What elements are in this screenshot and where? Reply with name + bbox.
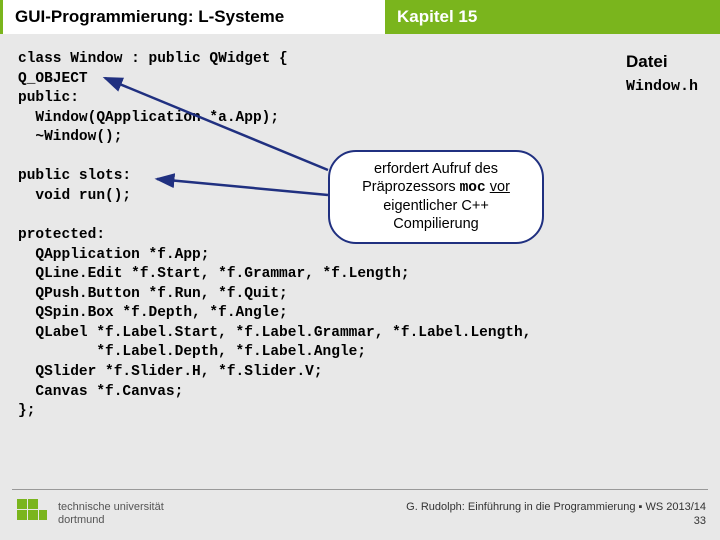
callout-text: Compilierung: [393, 216, 478, 232]
university-name: technische universität dortmund: [58, 501, 164, 526]
slide-header: GUI-Programmierung: L-Systeme Kapitel 15: [0, 0, 720, 34]
file-label: Datei: [626, 52, 698, 72]
slide-credit: G. Rudolph: Einführung in die Programmie…: [406, 500, 706, 529]
code-line: protected:: [18, 227, 105, 243]
file-name: Window.h: [626, 78, 698, 95]
code-line: class Window : public QWidget {: [18, 51, 288, 67]
code-line: Window(QApplication *a.App);: [18, 110, 279, 126]
uni-line2: dortmund: [58, 514, 104, 526]
code-line: void run();: [18, 188, 131, 204]
code-line: Canvas *f.Canvas;: [18, 384, 183, 400]
callout-vor: vor: [490, 179, 510, 195]
credit-text: G. Rudolph: Einführung in die Programmie…: [406, 501, 706, 513]
code-line: QSlider *f.Slider.H, *f.Slider.V;: [18, 364, 323, 380]
callout-box: erfordert Aufruf des Präprozessors moc v…: [328, 150, 544, 244]
code-line: Q_OBJECT: [18, 71, 88, 87]
code-line: public:: [18, 90, 79, 106]
code-line: *f.Label.Depth, *f.Label.Angle;: [18, 344, 366, 360]
code-line: QPush.Button *f.Run, *f.Quit;: [18, 286, 288, 302]
callout-text: erfordert Aufruf des: [374, 161, 498, 177]
code-line: QLabel *f.Label.Start, *f.Label.Grammar,…: [18, 325, 531, 341]
callout-text: eigentlicher C++: [383, 198, 489, 214]
uni-line1: technische universität: [58, 501, 164, 513]
code-line: QSpin.Box *f.Depth, *f.Angle;: [18, 305, 288, 321]
code-line: ~Window();: [18, 129, 122, 145]
code-line: QLine.Edit *f.Start, *f.Grammar, *f.Leng…: [18, 266, 410, 282]
university-logo: technische universität dortmund: [14, 496, 164, 532]
code-line: public slots:: [18, 168, 131, 184]
file-info: Datei Window.h: [626, 52, 698, 95]
code-line: };: [18, 403, 35, 419]
callout-moc: moc: [460, 180, 486, 196]
code-line: QApplication *f.App;: [18, 247, 209, 263]
tu-logo-icon: [14, 496, 50, 532]
callout-text: Präprozessors: [362, 179, 460, 195]
page-number: 33: [406, 514, 706, 528]
header-title-right: Kapitel 15: [385, 0, 720, 34]
slide-footer: technische universität dortmund G. Rudol…: [0, 488, 720, 540]
header-title-left: GUI-Programmierung: L-Systeme: [0, 0, 385, 34]
